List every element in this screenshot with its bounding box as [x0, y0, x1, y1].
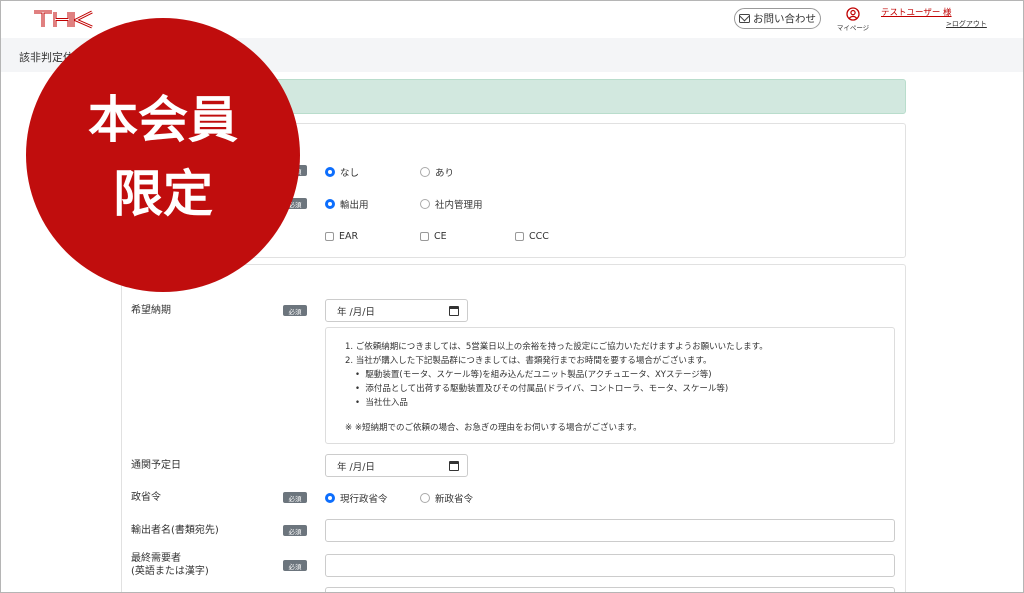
radio-label: 輸出用: [340, 200, 369, 211]
radio-label: あり: [435, 168, 455, 179]
desired-date-input[interactable]: 年 /月/日: [325, 299, 468, 322]
customs-date-label: 通関予定日: [131, 460, 181, 471]
radio-selected-icon: [325, 199, 335, 209]
end-user-input[interactable]: [325, 554, 895, 577]
checkbox-icon: [515, 232, 524, 241]
checkbox-ccc[interactable]: CCC: [515, 231, 549, 242]
radio-label: 社内管理用: [435, 200, 483, 211]
calendar-icon[interactable]: [449, 306, 459, 316]
note-bullet-text: 当社仕入品: [365, 398, 408, 408]
radio-current-ordinance[interactable]: 現行政省令: [325, 491, 388, 505]
radio-new-ordinance[interactable]: 新政省令: [420, 491, 473, 505]
checkbox-icon: [325, 232, 334, 241]
end-user-label: 最終需要者 (英語または漢字): [131, 552, 209, 578]
radio-unselected-icon: [420, 167, 430, 177]
checkbox-label: CCC: [529, 231, 549, 242]
checkbox-ce[interactable]: CE: [420, 231, 447, 242]
badge-line-1: 本会員: [88, 91, 238, 149]
note-line-1: 1. ご依頼納期につきましては、5営業日以上の余裕を持った設定にご協力いただけま…: [345, 342, 768, 352]
logout-link[interactable]: >ログアウト: [946, 19, 987, 29]
members-only-badge: 本会員 限定: [26, 18, 300, 292]
radio-yes[interactable]: あり: [420, 165, 454, 179]
user-icon: [846, 7, 860, 21]
required-badge: 必須: [283, 305, 307, 316]
note-line-2: 2. 当社が購入した下記製品群につきましては、書類発行までお時間を要する場合がご…: [345, 356, 712, 366]
customs-date-input[interactable]: 年 /月/日: [325, 454, 468, 477]
note-bullet: • 駆動装置(モータ、スケール等)を組み込んだユニット製品(アクチュエータ、XY…: [355, 370, 712, 380]
radio-none[interactable]: なし: [325, 165, 359, 179]
radio-label: 現行政省令: [340, 494, 388, 505]
note-footnote: ※ ※短納期でのご依頼の場合、お急ぎの理由をお伺いする場合がございます。: [345, 423, 642, 433]
mypage-link[interactable]: マイページ: [835, 7, 871, 32]
checkbox-icon: [420, 232, 429, 241]
note-bullet: • 当社仕入品: [355, 398, 408, 408]
radio-label: なし: [340, 168, 360, 179]
radio-unselected-icon: [420, 493, 430, 503]
mail-icon: [739, 14, 750, 23]
note-bullet: • 添付品として出荷する駆動装置及びその付属品(ドライバ、コントローラ、モータ、…: [355, 384, 729, 394]
radio-selected-icon: [325, 167, 335, 177]
radio-internal[interactable]: 社内管理用: [420, 197, 483, 211]
delivery-notes: 1. ご依頼納期につきましては、5営業日以上の余裕を持った設定にご協力いただけま…: [325, 327, 895, 444]
desired-date-label: 希望納期: [131, 305, 171, 316]
calendar-icon[interactable]: [449, 461, 459, 471]
radio-selected-icon: [325, 493, 335, 503]
exporter-label: 輸出者名(書類宛先): [131, 525, 219, 536]
required-badge: 必須: [283, 492, 307, 503]
contact-label: お問い合わせ: [753, 13, 816, 25]
end-user-label-line1: 最終需要者: [131, 553, 181, 564]
checkbox-ear[interactable]: EAR: [325, 231, 358, 242]
radio-label: 新政省令: [435, 494, 474, 505]
thk-logo[interactable]: [33, 9, 95, 29]
note-bullet-text: 添付品として出荷する駆動装置及びその付属品(ドライバ、コントローラ、モータ、スケ…: [365, 384, 729, 394]
end-user-label-line2: (英語または漢字): [131, 566, 209, 577]
badge-line-2: 限定: [113, 165, 213, 223]
contact-button[interactable]: お問い合わせ: [734, 8, 821, 29]
exporter-input[interactable]: [325, 519, 895, 542]
next-input[interactable]: [325, 587, 895, 592]
page-frame: お問い合わせ マイページ テストユーザー 様 >ログアウト 該非判定依 い。 必…: [0, 0, 1024, 593]
thk-logo-mark: [34, 10, 93, 29]
date-placeholder: 年 /月/日: [337, 306, 375, 318]
required-badge: 必須: [283, 560, 307, 571]
ordinance-label: 政省令: [131, 492, 161, 503]
checkbox-label: EAR: [339, 231, 359, 242]
required-badge: 必須: [283, 525, 307, 536]
note-bullet-text: 駆動装置(モータ、スケール等)を組み込んだユニット製品(アクチュエータ、XYステ…: [365, 370, 712, 380]
checkbox-label: CE: [434, 231, 447, 242]
username-link[interactable]: テストユーザー 様: [881, 6, 952, 18]
radio-export[interactable]: 輸出用: [325, 197, 369, 211]
radio-unselected-icon: [420, 199, 430, 209]
date-placeholder: 年 /月/日: [337, 461, 375, 473]
mypage-label: マイページ: [836, 24, 870, 32]
